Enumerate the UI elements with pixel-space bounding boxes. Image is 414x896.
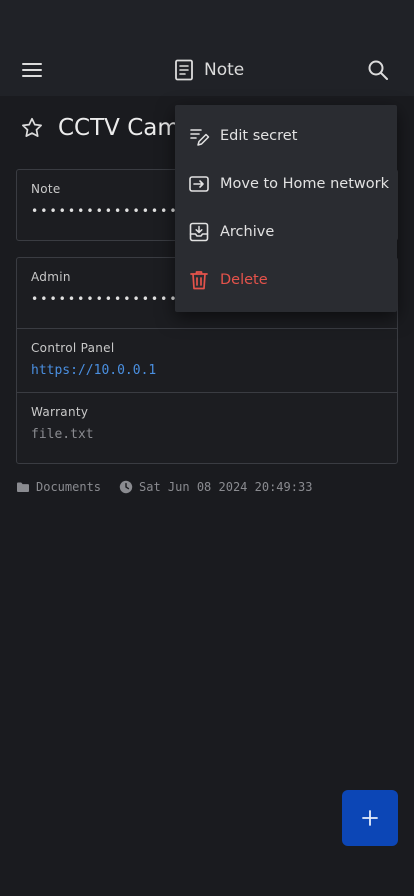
add-secret-button[interactable] bbox=[342, 790, 398, 846]
menu-item-edit-secret[interactable]: Edit secret bbox=[175, 112, 397, 160]
status-bar bbox=[0, 0, 414, 44]
menu-item-archive[interactable]: Archive bbox=[175, 208, 397, 256]
clock-icon bbox=[119, 480, 133, 494]
hamburger-menu-icon[interactable] bbox=[20, 58, 44, 82]
control-panel-link[interactable]: https://10.0.0.1 bbox=[31, 363, 383, 378]
hamburger-menu-icon-graphic bbox=[22, 63, 42, 77]
archive-icon bbox=[189, 222, 209, 242]
app-title: Note bbox=[174, 58, 244, 82]
secret-meta: Documents Sat Jun 08 2024 20:49:33 bbox=[16, 480, 312, 494]
warranty-file[interactable]: file.txt bbox=[31, 427, 383, 442]
app-title-text: Note bbox=[204, 60, 245, 80]
star-outline-icon[interactable] bbox=[20, 116, 44, 140]
trash-icon bbox=[190, 271, 208, 290]
menu-item-delete[interactable]: Delete bbox=[175, 256, 397, 304]
context-menu: Edit secret Move to Home network Archive… bbox=[175, 105, 397, 312]
control-panel-field[interactable]: Control Panel https://10.0.0.1 bbox=[17, 328, 397, 392]
control-panel-label: Control Panel bbox=[31, 341, 115, 355]
menu-item-label: Move to Home network bbox=[220, 176, 389, 192]
modified-date: Sat Jun 08 2024 20:49:33 bbox=[139, 480, 313, 494]
app-bar: Note bbox=[0, 44, 414, 96]
menu-item-move[interactable]: Move to Home network bbox=[175, 160, 397, 208]
folder-info[interactable]: Documents bbox=[16, 480, 101, 494]
note-icon bbox=[175, 59, 193, 81]
search-icon[interactable] bbox=[366, 58, 390, 82]
move-arrow-icon bbox=[189, 176, 209, 192]
folder-name: Documents bbox=[36, 480, 102, 494]
menu-item-label: Delete bbox=[220, 272, 268, 288]
folder-icon bbox=[17, 482, 29, 492]
menu-item-label: Archive bbox=[220, 224, 275, 240]
search-icon-graphic bbox=[368, 60, 388, 80]
plus-icon bbox=[362, 810, 378, 826]
menu-item-label: Edit secret bbox=[220, 128, 298, 144]
edit-pencil-icon bbox=[190, 129, 210, 146]
modified-info: Sat Jun 08 2024 20:49:33 bbox=[119, 480, 312, 494]
warranty-field[interactable]: Warranty file.txt bbox=[17, 392, 397, 463]
warranty-label: Warranty bbox=[31, 405, 89, 419]
